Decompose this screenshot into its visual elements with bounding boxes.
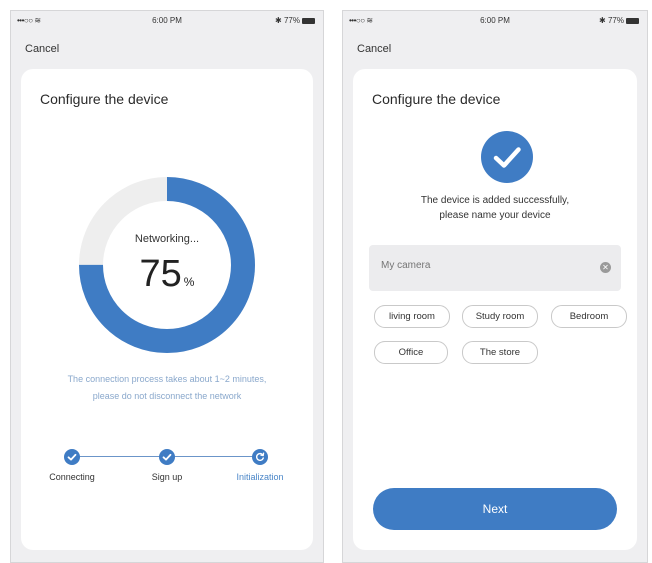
step-connecting: Connecting: [32, 449, 112, 482]
success-message: The device is added successfully, please…: [353, 193, 637, 223]
bluetooth-icon: ✱: [275, 16, 282, 25]
bluetooth-icon: ✱: [599, 16, 606, 25]
chip-office[interactable]: Office: [374, 341, 448, 364]
battery-indicator: ✱ 77%: [599, 16, 639, 25]
cancel-button[interactable]: Cancel: [357, 43, 391, 55]
status-bar: •••○○ ≋ 6:00 PM ✱ 77%: [343, 11, 647, 31]
configure-card: Configure the device The device is added…: [353, 69, 637, 550]
step-label: Initialization: [236, 472, 284, 482]
page-title: Configure the device: [372, 91, 501, 107]
phone-screen-name-device: •••○○ ≋ 6:00 PM ✱ 77% Cancel Configure t…: [342, 10, 648, 563]
sync-icon: [252, 449, 268, 465]
progress-value: 75%: [77, 253, 257, 296]
next-button[interactable]: Next: [373, 488, 617, 530]
progress-label: Networking...: [134, 233, 200, 245]
hint-line-1: The connection process takes about 1~2 m…: [67, 374, 267, 384]
chip-living-room[interactable]: living room: [374, 305, 450, 328]
status-bar: •••○○ ≋ 6:00 PM ✱ 77%: [11, 11, 323, 31]
chip-the-store[interactable]: The store: [462, 341, 538, 364]
progress-unit: %: [183, 275, 195, 289]
progress-number: 75: [139, 253, 182, 295]
device-name-field: ✕: [369, 245, 621, 291]
chip-study-room[interactable]: Study room: [462, 305, 538, 328]
success-check-icon: [481, 131, 533, 183]
check-icon: [64, 449, 80, 465]
battery-icon: [302, 17, 315, 24]
device-name-input[interactable]: [379, 259, 583, 272]
success-message-line-1: The device is added successfully,: [420, 195, 570, 206]
page-title: Configure the device: [40, 91, 169, 107]
configure-card: Configure the device Networking... 75% T…: [21, 69, 313, 550]
success-message-line-2: please name your device: [439, 210, 551, 221]
hint-line-2: please do not disconnect the network: [92, 391, 242, 401]
clear-icon[interactable]: ✕: [600, 262, 611, 273]
step-initialization: Initialization: [220, 449, 300, 482]
progress-steps: Connecting Sign up Initialization: [21, 449, 313, 489]
battery-indicator: ✱ 77%: [275, 16, 315, 25]
step-sign-up: Sign up: [127, 449, 207, 482]
phone-screen-networking: •••○○ ≋ 6:00 PM ✱ 77% Cancel Configure t…: [10, 10, 324, 563]
chip-bedroom[interactable]: Bedroom: [551, 305, 627, 328]
check-icon: [159, 449, 175, 465]
connection-hint: The connection process takes about 1~2 m…: [21, 371, 313, 405]
cancel-button[interactable]: Cancel: [25, 43, 59, 55]
step-label: Connecting: [49, 472, 95, 482]
step-label: Sign up: [151, 472, 183, 482]
battery-icon: [626, 17, 639, 24]
